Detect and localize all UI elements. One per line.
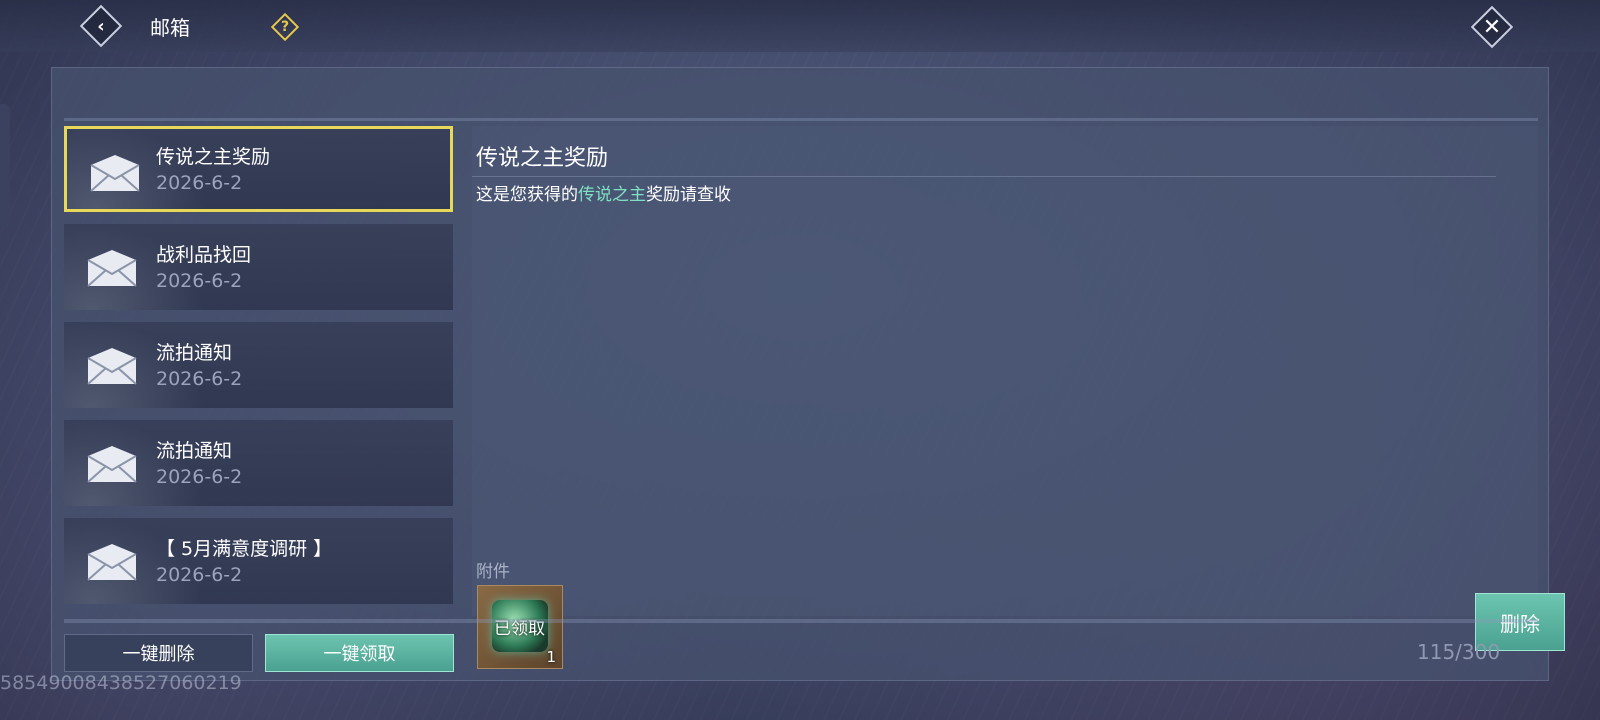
mail-count: 115/300 [1417,640,1501,664]
close-button[interactable]: ✕ [1470,5,1514,49]
mail-date: 2026-6-2 [156,172,243,194]
mail-title: 【 5月满意度调研 】 [156,538,333,560]
mail-item[interactable]: 战利品找回 2026-6-2 [64,224,453,310]
mail-detail: 传说之主奖励 这是您获得的传说之主奖励请查收 附件 已领取 1 删除 [472,126,1565,669]
mail-date: 2026-6-2 [156,466,243,488]
divider [64,118,1538,121]
mail-item[interactable]: 【 5月满意度调研 】 2026-6-2 [64,518,453,604]
mail-date: 2026-6-2 [156,564,243,586]
claimed-status: 已领取 [494,619,545,639]
side-tab[interactable] [0,104,10,228]
body-prefix: 这是您获得的 [476,185,578,205]
body-highlight: 传说之主 [578,185,646,205]
attachment-item[interactable]: 已领取 1 [477,585,563,669]
envelope-icon [87,544,137,581]
divider [64,619,1538,623]
body-suffix: 奖励请查收 [646,185,731,205]
envelope-icon [87,446,137,483]
help-button[interactable]: ? [270,12,300,42]
mail-item[interactable]: 传说之主奖励 2026-6-2 [64,126,453,212]
top-bar: ‹ 邮箱 ? ✕ [0,0,1600,52]
question-icon: ? [280,19,290,35]
attachment-label: 附件 [476,562,510,582]
detail-body: 这是您获得的传说之主奖励请查收 [476,180,731,205]
mail-date: 2026-6-2 [156,270,243,292]
page-title: 邮箱 [150,16,190,40]
divider [472,176,1496,177]
mail-list[interactable]: 传说之主奖励 2026-6-2 战利品找回 2026-6-2 流拍通知 2026… [64,126,453,616]
mail-title: 流拍通知 [156,440,233,462]
envelope-icon [87,250,137,287]
mail-item[interactable]: 流拍通知 2026-6-2 [64,322,453,408]
claim-all-button[interactable]: 一键领取 [265,634,454,672]
envelope-icon [87,348,137,385]
mail-date: 2026-6-2 [156,368,243,390]
envelope-icon [90,155,140,192]
mailbox-panel: 传说之主奖励 2026-6-2 战利品找回 2026-6-2 流拍通知 2026… [51,67,1565,681]
mail-title: 战利品找回 [156,244,252,266]
item-quantity: 1 [546,648,556,666]
mail-item[interactable]: 流拍通知 2026-6-2 [64,420,453,506]
back-button[interactable]: ‹ [79,4,123,48]
detail-title: 传说之主奖励 [476,146,609,171]
close-icon: ✕ [1482,14,1502,40]
mail-title: 传说之主奖励 [156,146,271,168]
mail-title: 流拍通知 [156,342,233,364]
chevron-left-icon: ‹ [97,15,105,37]
delete-all-button[interactable]: 一键删除 [64,634,253,672]
user-id-watermark: 585490084385270602​19 [0,672,242,694]
